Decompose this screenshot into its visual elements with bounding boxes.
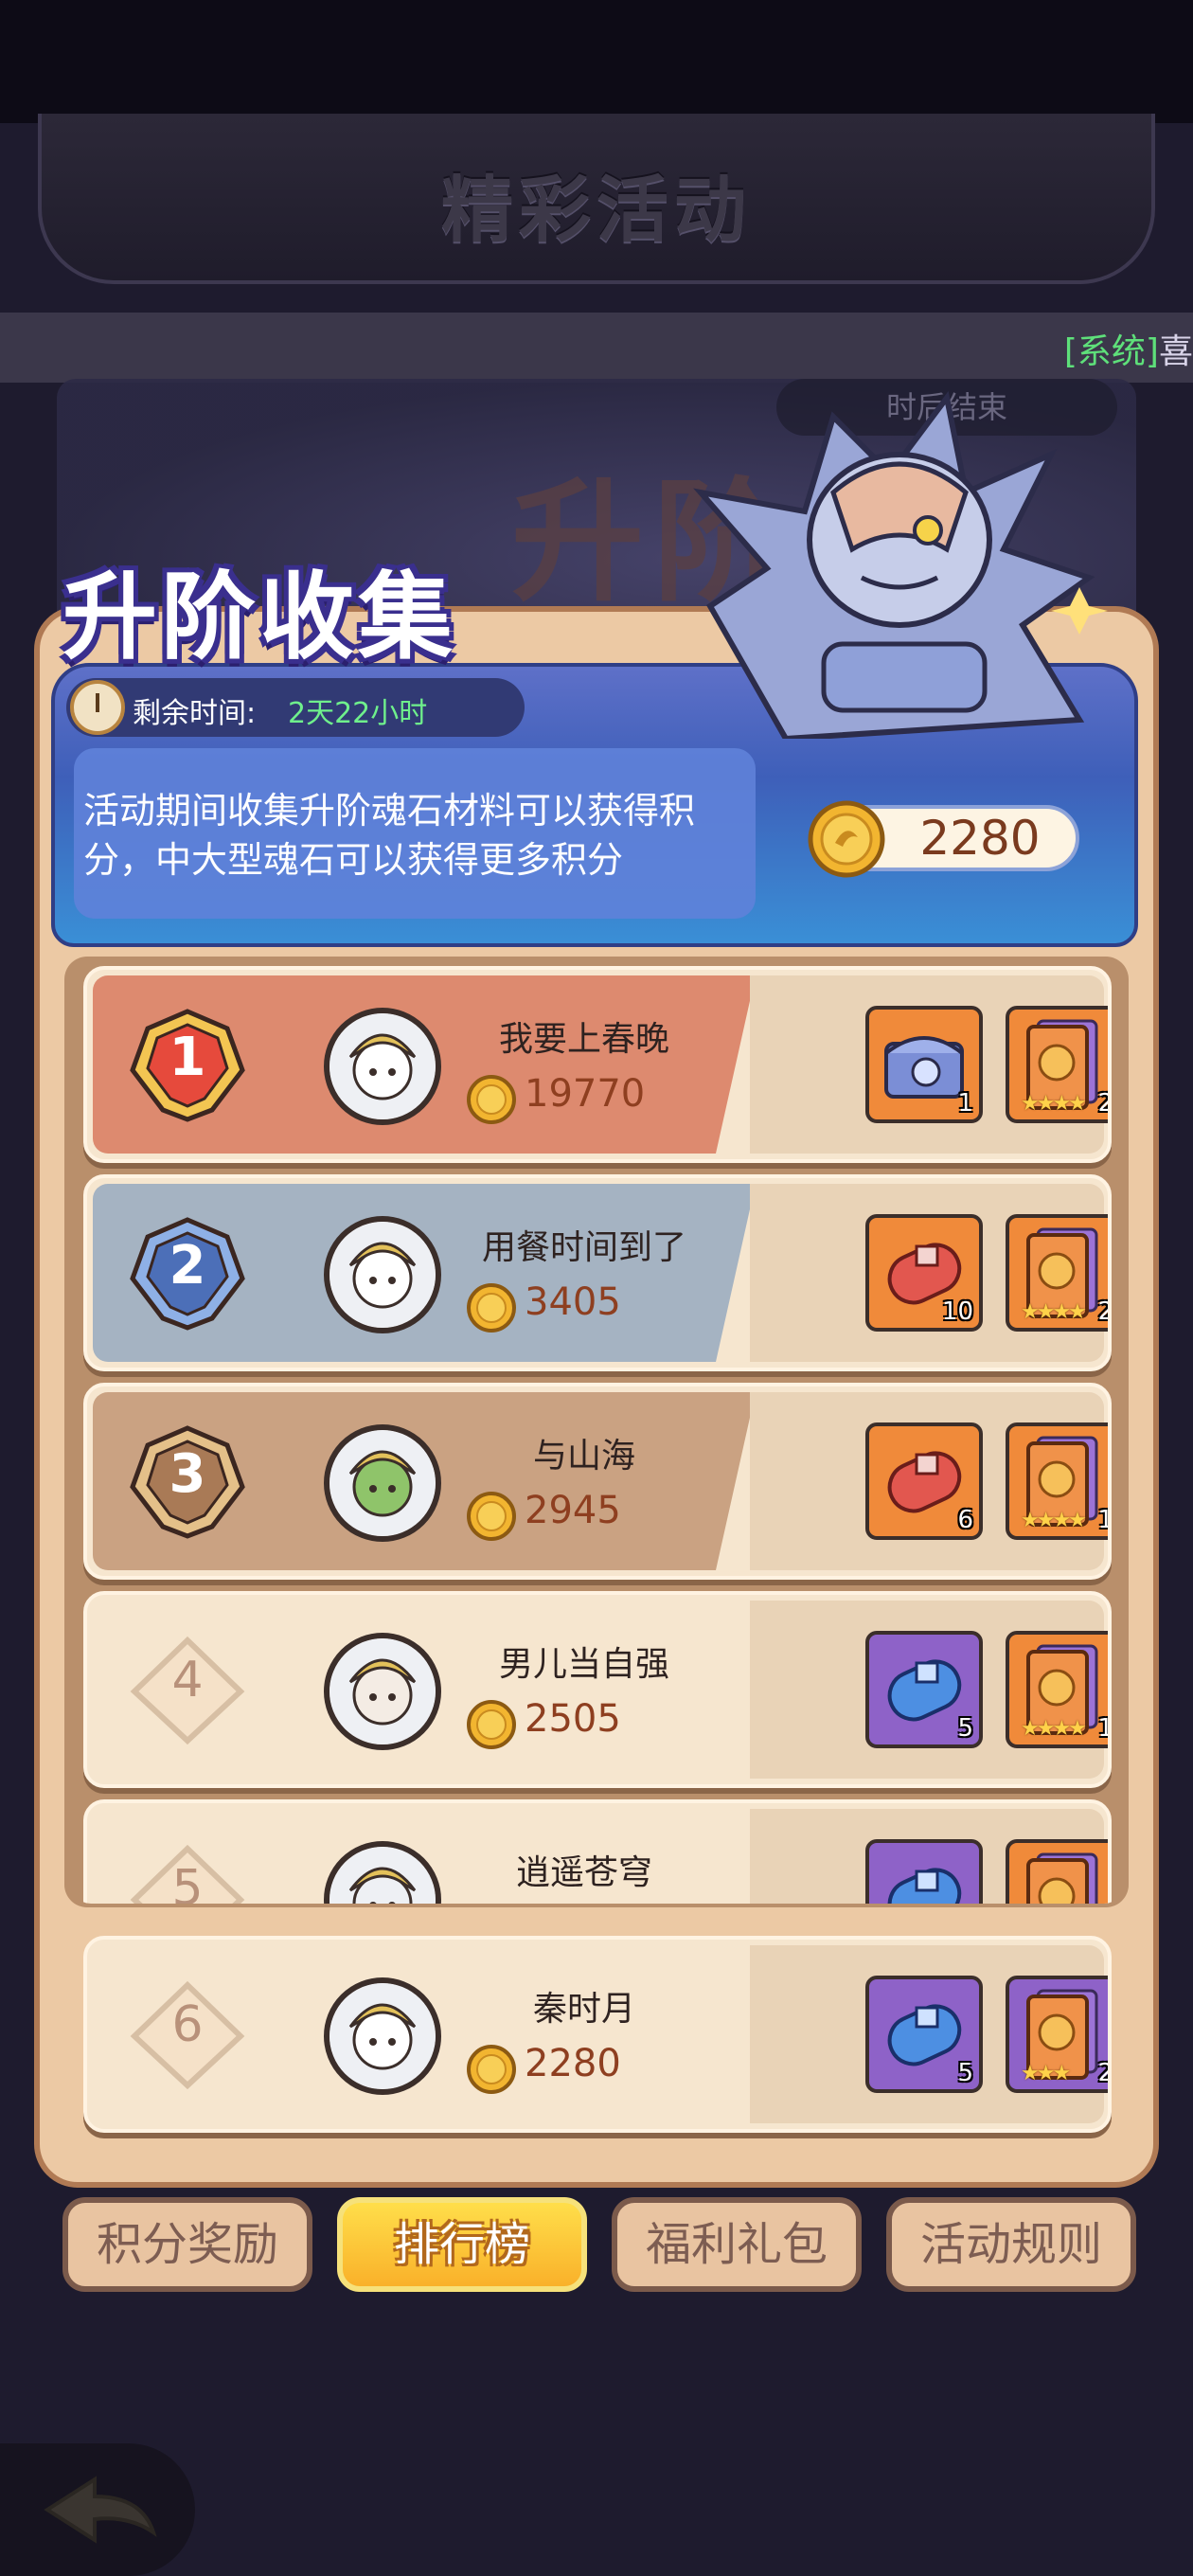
reward-item[interactable]: 6 (865, 1422, 983, 1540)
player-avatar[interactable] (324, 1424, 441, 1542)
player-score: 19770 (525, 1072, 646, 1116)
my-score-value: 2280 (919, 811, 1041, 866)
star-rating: ★★★★ (1021, 1717, 1087, 1741)
rank-number: 5 (171, 1860, 204, 1904)
player-score: 2505 (525, 1697, 621, 1741)
player-score: 2945 (525, 1489, 621, 1532)
player-name: 逍遥苍穹 (515, 1853, 652, 1892)
reward-item[interactable]: ★★★ 2 (1006, 1976, 1108, 2093)
ticker-text: 喜 (1158, 332, 1193, 371)
player-name: 男儿当自强 (498, 1645, 669, 1684)
reward-quantity: 5 (957, 1714, 973, 1743)
rank-number: 6 (171, 1996, 204, 2053)
status-area (0, 0, 1193, 123)
ticker-message: [系统]喜 (1064, 324, 1193, 373)
rank-number: 1 (169, 1027, 206, 1088)
star-rating: ★★★★ (1021, 1509, 1087, 1532)
player-avatar[interactable] (324, 1977, 441, 2095)
back-button[interactable] (0, 2443, 195, 2576)
coin-icon (467, 1700, 516, 1749)
rank-row: 1 我要上春晚 19770 1 ★★★★ 2 (83, 966, 1112, 1163)
ranking-list[interactable]: 1 我要上春晚 19770 1 ★★★★ 2 2 用餐时间到了 3405 10 ★★★★ 2 3 与山海 2… (72, 962, 1123, 1904)
my-rank-row-wrapper: 6 秦时月 2280 5 ★★★ 2 (72, 1936, 1123, 2144)
ticker-tag: [系统] (1063, 332, 1159, 371)
reward-item[interactable]: ★★★★ 2 (1006, 1214, 1108, 1332)
hero-card-icon (1009, 1843, 1108, 1904)
reward-item[interactable]: 10 (865, 1214, 983, 1332)
coin-icon (808, 800, 885, 878)
blue-scroll-icon (869, 1843, 979, 1904)
coin-icon (467, 1075, 516, 1124)
reward-quantity: 2 (1097, 1297, 1108, 1326)
back-arrow-icon (44, 2476, 157, 2544)
player-name: 我要上春晚 (498, 1020, 669, 1059)
page-title: 精彩活动 (441, 168, 752, 252)
reward-quantity: 6 (957, 1506, 973, 1534)
reward-item[interactable]: 5 (865, 1976, 983, 2093)
coin-icon (467, 1492, 516, 1541)
reward-item[interactable]: ★★★★ 1 (1006, 1422, 1108, 1540)
reward-quantity: 1 (957, 1089, 973, 1118)
player-name: 秦时月 (532, 1990, 635, 2029)
system-ticker (0, 313, 1193, 383)
reward-quantity: 10 (941, 1297, 973, 1326)
player-avatar[interactable] (324, 1841, 441, 1904)
star-rating: ★★★★ (1021, 1092, 1087, 1116)
reward-quantity: 1 (1097, 1506, 1108, 1534)
rank-row: 2 用餐时间到了 3405 10 ★★★★ 2 (83, 1174, 1112, 1371)
clock-icon (70, 680, 125, 735)
reward-quantity: 1 (1097, 1714, 1108, 1743)
timer-value: 2天22小时 (288, 697, 428, 730)
player-name: 用餐时间到了 (481, 1228, 686, 1267)
rank-number: 3 (169, 1443, 206, 1505)
reward-quantity: 5 (957, 2059, 973, 2087)
star-rating: ★★★ (1021, 2062, 1071, 2085)
tab-leaderboard[interactable]: 排行榜 (337, 2197, 587, 2292)
star-rating: ★★★★ (1021, 1300, 1087, 1324)
rank-row: 6 秦时月 2280 5 ★★★ 2 (83, 1936, 1112, 2133)
rank-number: 2 (169, 1235, 206, 1297)
reward-item[interactable]: ★★★★ 1 (1006, 1631, 1108, 1748)
tab-welfare-pack[interactable]: 福利礼包 (612, 2197, 862, 2292)
reward-item[interactable]: 5 (865, 1631, 983, 1748)
player-score: 2280 (525, 2042, 621, 2085)
rank-number: 4 (171, 1652, 204, 1708)
player-score: 3405 (525, 1280, 621, 1324)
coin-icon (467, 2045, 516, 2094)
reward-item[interactable] (865, 1839, 983, 1904)
reward-quantity: 2 (1097, 2059, 1108, 2087)
griffin-creature-illustration (693, 390, 1108, 739)
tab-points-reward[interactable]: 积分奖励 (62, 2197, 312, 2292)
event-title: 升阶收集 (62, 562, 456, 672)
coin-icon (467, 1283, 516, 1333)
rank-row: 3 与山海 2945 6 ★★★★ 1 (83, 1383, 1112, 1580)
player-avatar[interactable] (324, 1633, 441, 1750)
reward-item[interactable] (1006, 1839, 1108, 1904)
event-description: 活动期间收集升阶魂石材料可以获得积分，中大型魂石可以获得更多积分 (83, 790, 696, 881)
rank-row: 5 逍遥苍穹 (83, 1799, 1112, 1904)
player-name: 与山海 (532, 1437, 635, 1476)
rank-row: 4 男儿当自强 2505 5 ★★★★ 1 (83, 1591, 1112, 1788)
timer-label: 剩余时间: (133, 697, 257, 730)
player-avatar[interactable] (324, 1008, 441, 1125)
tab-event-rules[interactable]: 活动规则 (886, 2197, 1136, 2292)
reward-item[interactable]: 1 (865, 1006, 983, 1123)
reward-item[interactable]: ★★★★ 2 (1006, 1006, 1108, 1123)
reward-quantity: 2 (1097, 1089, 1108, 1118)
player-avatar[interactable] (324, 1216, 441, 1333)
